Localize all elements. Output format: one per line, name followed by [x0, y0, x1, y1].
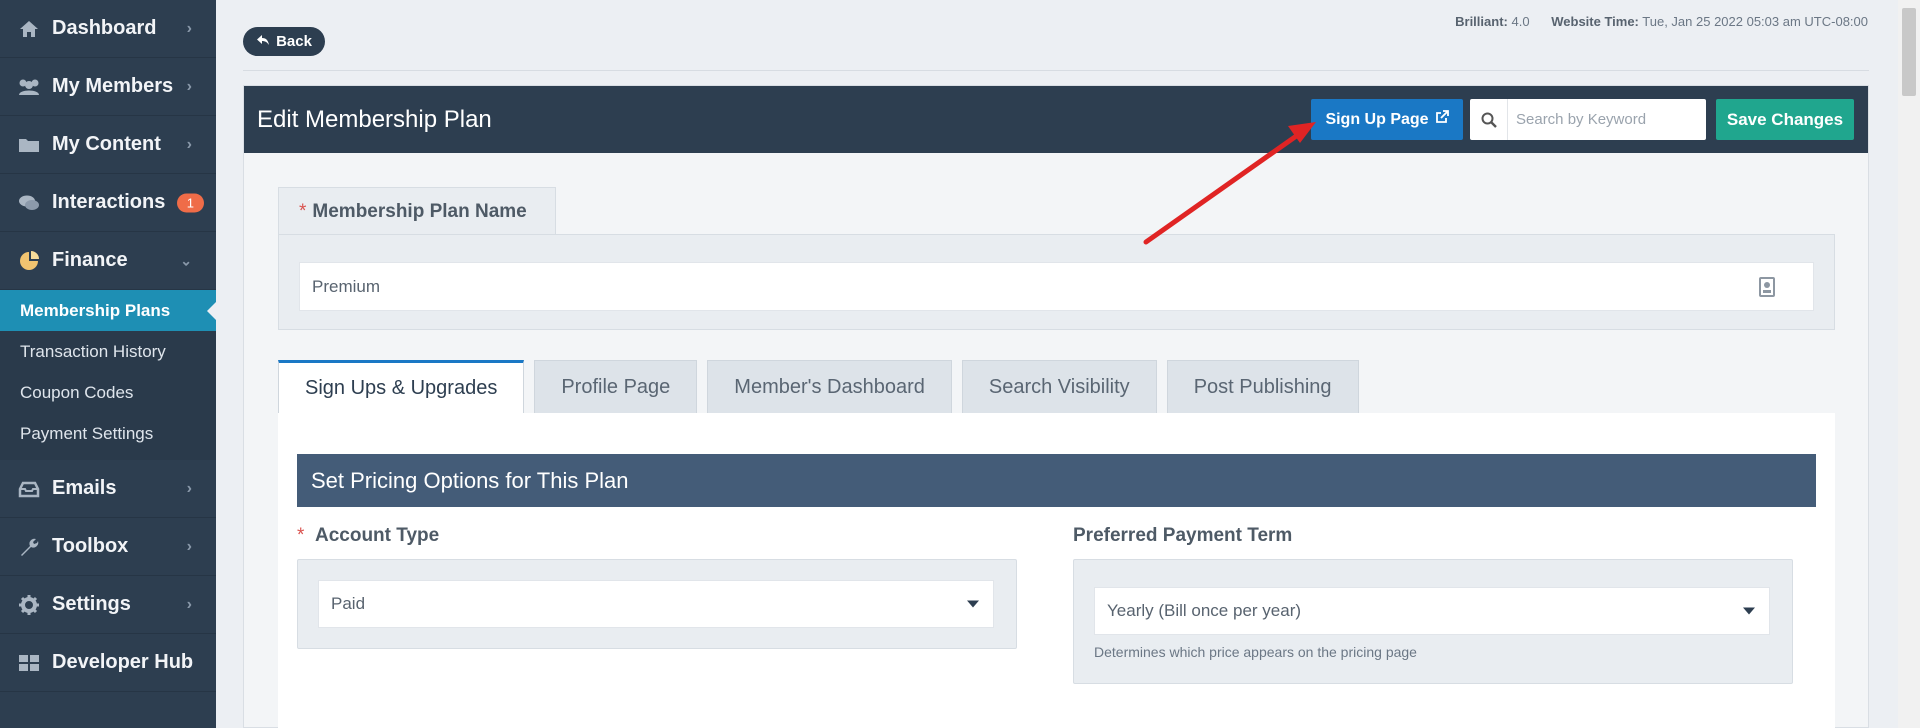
external-link-icon	[1435, 110, 1449, 129]
finance-submenu: Membership Plans Transaction History Cou…	[0, 290, 216, 460]
notification-badge: 1	[176, 193, 204, 212]
sidebar-item-label: Dashboard	[52, 17, 157, 39]
sidebar-item-label: Settings	[52, 593, 131, 615]
plan-name-label: * Membership Plan Name	[278, 187, 556, 235]
chevron-right-icon: ›	[186, 19, 192, 37]
divider	[243, 70, 1869, 71]
brilliant-label: Brilliant:	[1455, 14, 1508, 29]
back-label: Back	[276, 33, 312, 50]
payment-term-well: Yearly (Bill once per year) Determines w…	[1073, 559, 1793, 684]
folder-icon	[16, 134, 42, 156]
sidebar-item-label: Developer Hub	[52, 651, 194, 673]
account-type-select[interactable]: Paid	[318, 580, 994, 628]
users-icon	[16, 76, 42, 98]
tab-search-visibility[interactable]: Search Visibility	[961, 360, 1157, 413]
sidebar-item-label: Interactions	[52, 191, 166, 213]
sidebar-item-emails[interactable]: Emails ›	[0, 460, 216, 518]
sidebar: Dashboard › My Members › My Content › In…	[0, 0, 216, 728]
save-changes-button[interactable]: Save Changes	[1716, 99, 1854, 140]
sidebar-item-label: My Content	[52, 133, 161, 155]
website-time-value: Tue, Jan 25 2022 05:03 am UTC-08:00	[1642, 14, 1868, 29]
sidebar-item-toolbox[interactable]: Toolbox ›	[0, 518, 216, 576]
edit-plan-panel: Edit Membership Plan Sign Up Page Save C…	[243, 85, 1869, 728]
chevron-right-icon: ›	[186, 135, 192, 153]
account-type-label-text: Account Type	[314, 525, 440, 546]
panel-header: Edit Membership Plan Sign Up Page Save C…	[244, 86, 1868, 153]
inbox-icon	[16, 478, 42, 500]
account-type-value: Paid	[331, 594, 366, 613]
account-type-label: * Account Type	[297, 525, 439, 547]
plan-name-value: Premium	[312, 276, 381, 296]
back-button[interactable]: Back	[243, 27, 325, 56]
sidebar-subitem-payment-settings[interactable]: Payment Settings	[0, 413, 216, 454]
chevron-right-icon: ›	[186, 77, 192, 95]
tab-members-dashboard[interactable]: Member's Dashboard	[707, 360, 952, 413]
caret-down-icon	[1743, 607, 1755, 615]
sidebar-item-developer-hub[interactable]: Developer Hub	[0, 634, 216, 692]
plan-name-label-text: Membership Plan Name	[312, 200, 527, 222]
pie-chart-icon	[16, 250, 42, 272]
sidebar-item-my-members[interactable]: My Members ›	[0, 58, 216, 116]
sidebar-item-label: Emails	[52, 477, 117, 499]
sidebar-item-label: Toolbox	[52, 535, 129, 557]
sidebar-subitem-membership-plans[interactable]: Membership Plans	[0, 290, 216, 331]
wrench-icon	[16, 536, 42, 558]
page-title: Edit Membership Plan	[257, 105, 492, 133]
plan-name-input[interactable]: Premium	[299, 262, 1814, 311]
contact-card-icon	[1759, 277, 1775, 297]
section-title: Set Pricing Options for This Plan	[297, 454, 1816, 507]
scrollbar-thumb[interactable]	[1902, 8, 1916, 96]
sidebar-item-finance[interactable]: Finance ⌄	[0, 232, 216, 290]
sidebar-item-my-content[interactable]: My Content ›	[0, 116, 216, 174]
account-type-well: Paid	[297, 559, 1017, 649]
required-asterisk: *	[299, 200, 307, 222]
chevron-right-icon: ›	[186, 479, 192, 497]
brilliant-version: 4.0	[1511, 14, 1530, 29]
search-box	[1470, 99, 1706, 140]
payment-term-value: Yearly (Bill once per year)	[1107, 601, 1302, 620]
sidebar-item-label: My Members	[52, 75, 174, 97]
plan-tabs: Sign Ups & Upgrades Profile Page Member'…	[278, 360, 1359, 413]
grid-icon	[16, 652, 42, 674]
tab-sign-ups-upgrades[interactable]: Sign Ups & Upgrades	[278, 360, 525, 413]
sidebar-subitem-transaction-history[interactable]: Transaction History	[0, 331, 216, 372]
sign-up-page-label: Sign Up Page	[1325, 110, 1429, 128]
sidebar-item-dashboard[interactable]: Dashboard ›	[0, 0, 216, 58]
tab-content: Set Pricing Options for This Plan * Acco…	[278, 413, 1835, 728]
payment-term-label: Preferred Payment Term	[1073, 525, 1293, 546]
chevron-right-icon: ›	[186, 537, 192, 555]
chevron-right-icon: ›	[186, 595, 192, 613]
tab-post-publishing[interactable]: Post Publishing	[1166, 360, 1359, 413]
caret-down-icon	[967, 600, 979, 608]
sidebar-item-label: Finance	[52, 249, 128, 271]
chevron-down-icon: ⌄	[180, 252, 192, 268]
required-asterisk: *	[297, 525, 305, 546]
reply-arrow-icon	[256, 33, 270, 50]
payment-term-hint: Determines which price appears on the pr…	[1094, 644, 1417, 660]
scrollbar[interactable]	[1898, 0, 1920, 728]
tab-profile-page[interactable]: Profile Page	[534, 360, 698, 413]
website-time-label: Website Time:	[1551, 14, 1639, 29]
home-icon	[16, 18, 42, 40]
plan-name-field-box: Premium	[278, 234, 1835, 330]
sidebar-item-settings[interactable]: Settings ›	[0, 576, 216, 634]
search-icon	[1470, 99, 1508, 140]
search-input[interactable]	[1508, 111, 1698, 128]
sidebar-subitem-coupon-codes[interactable]: Coupon Codes	[0, 372, 216, 413]
comments-icon	[16, 192, 42, 214]
gear-icon	[16, 594, 42, 616]
top-info: Brilliant: 4.0 Website Time: Tue, Jan 25…	[1455, 14, 1868, 29]
sign-up-page-button[interactable]: Sign Up Page	[1311, 99, 1463, 140]
payment-term-select[interactable]: Yearly (Bill once per year)	[1094, 587, 1770, 635]
sidebar-item-interactions[interactable]: Interactions 1	[0, 174, 216, 232]
